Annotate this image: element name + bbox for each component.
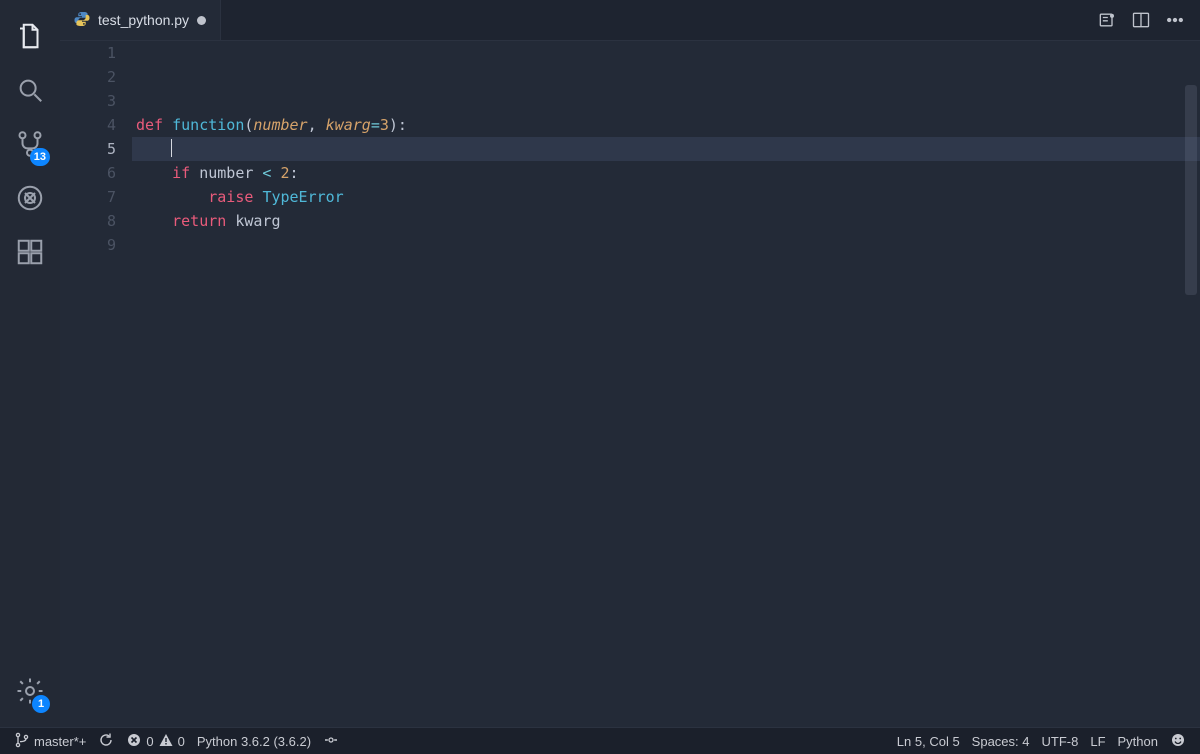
code-line[interactable]: def function(number, kwarg=3):	[132, 113, 1200, 137]
status-encoding[interactable]: UTF-8	[1036, 728, 1085, 754]
search-icon	[15, 75, 45, 108]
line-gutter: 1 2 3 4 5 6 7 8 9	[60, 41, 132, 727]
code-line[interactable]	[132, 233, 1200, 257]
activitybar-search[interactable]	[0, 64, 60, 118]
error-icon	[126, 732, 142, 751]
warning-icon	[158, 732, 174, 751]
status-errors-count: 0	[146, 734, 153, 749]
settings-badge: 1	[32, 695, 50, 713]
status-encoding-label: UTF-8	[1042, 734, 1079, 749]
status-warnings-count: 0	[178, 734, 185, 749]
status-live-share[interactable]	[317, 728, 345, 754]
python-file-icon	[74, 11, 90, 30]
status-indentation[interactable]: Spaces: 4	[966, 728, 1036, 754]
editor-title-actions	[1082, 0, 1200, 40]
code-line-current[interactable]	[132, 137, 1200, 161]
sync-icon	[98, 732, 114, 751]
code-content[interactable]: def function(number, kwarg=3): if number…	[132, 41, 1200, 727]
status-eol[interactable]: LF	[1084, 728, 1111, 754]
activitybar-scm[interactable]: 13	[0, 118, 60, 172]
extensions-icon	[15, 237, 45, 270]
status-cursor-label: Ln 5, Col 5	[897, 734, 960, 749]
activitybar-debug[interactable]	[0, 172, 60, 226]
activity-bar: 13 1	[0, 0, 60, 727]
status-branch-label: master*+	[34, 734, 86, 749]
activitybar-extensions[interactable]	[0, 226, 60, 280]
editor-body[interactable]: 1 2 3 4 5 6 7 8 9 def function(number, k…	[60, 41, 1200, 727]
split-editor-icon[interactable]	[1130, 9, 1152, 31]
code-line[interactable]: raise TypeError	[132, 185, 1200, 209]
more-actions-icon[interactable]	[1164, 9, 1186, 31]
editor-scroll-thumb[interactable]	[1185, 85, 1197, 295]
smiley-icon	[1170, 732, 1186, 751]
scm-badge: 13	[30, 148, 50, 166]
status-language-label: Python	[1118, 734, 1158, 749]
activitybar-settings[interactable]: 1	[0, 665, 60, 719]
status-bar: master*+ 0 0 Python 3.6.2 (3.6.2)	[0, 727, 1200, 754]
code-line[interactable]: return kwarg	[132, 209, 1200, 233]
files-icon	[15, 21, 45, 54]
status-python-env[interactable]: Python 3.6.2 (3.6.2)	[191, 728, 317, 754]
editor-column: test_python.py	[60, 0, 1200, 727]
status-cursor-position[interactable]: Ln 5, Col 5	[891, 728, 966, 754]
status-language-mode[interactable]: Python	[1112, 728, 1164, 754]
activitybar-explorer[interactable]	[0, 10, 60, 64]
code-line[interactable]	[132, 41, 1200, 65]
main-row: 13 1	[0, 0, 1200, 727]
editor-tab-active[interactable]: test_python.py	[60, 0, 221, 40]
code-line[interactable]	[132, 89, 1200, 113]
editor-tab-filename: test_python.py	[98, 12, 189, 28]
status-python-label: Python 3.6.2 (3.6.2)	[197, 734, 311, 749]
open-changes-icon[interactable]	[1096, 9, 1118, 31]
git-branch-icon	[14, 732, 30, 751]
dirty-indicator-icon	[197, 16, 206, 25]
live-share-icon	[323, 732, 339, 751]
status-feedback[interactable]	[1164, 728, 1192, 754]
code-line[interactable]: if number < 2:	[132, 161, 1200, 185]
status-indent-label: Spaces: 4	[972, 734, 1030, 749]
workbench-root: 13 1	[0, 0, 1200, 754]
code-line[interactable]	[132, 65, 1200, 89]
status-git-branch[interactable]: master*+	[8, 728, 92, 754]
status-eol-label: LF	[1090, 734, 1105, 749]
debug-icon	[15, 183, 45, 216]
editor-tabstrip: test_python.py	[60, 0, 1200, 41]
text-cursor	[171, 139, 172, 157]
status-sync[interactable]	[92, 728, 120, 754]
status-problems[interactable]: 0 0	[120, 728, 190, 754]
